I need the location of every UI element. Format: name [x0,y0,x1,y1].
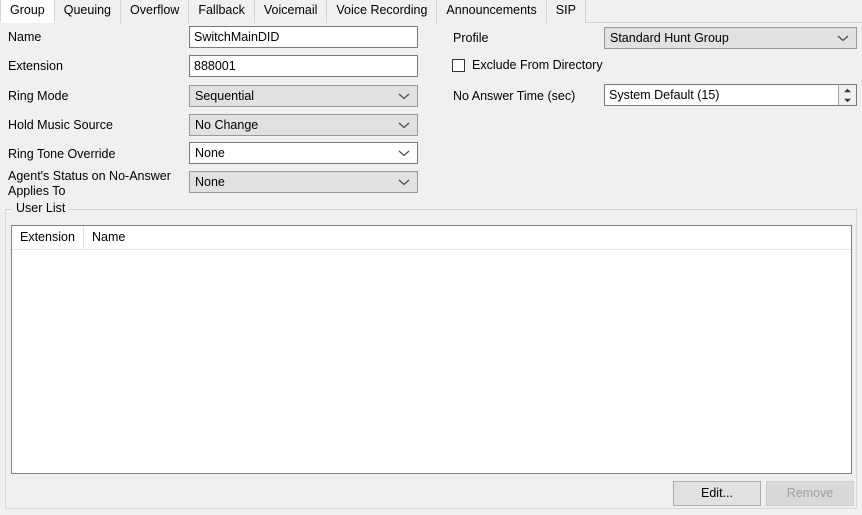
extension-input[interactable] [189,55,418,77]
tab-label: Voicemail [263,3,318,17]
exclude-from-directory-label: Exclude From Directory [472,58,603,72]
tab-voice-recording[interactable]: Voice Recording [326,0,438,23]
hold-music-source-label: Hold Music Source [8,118,113,132]
no-answer-time-spinner[interactable]: System Default (15) [604,84,857,106]
tab-overflow[interactable]: Overflow [120,0,190,23]
chevron-down-icon [836,28,850,48]
tab-voicemail[interactable]: Voicemail [253,0,328,23]
agent-status-dropdown[interactable]: None [189,171,418,193]
spinner-down-arrow-icon[interactable] [839,95,856,105]
user-list-legend: User List [12,202,70,215]
hold-music-source-value: No Change [195,118,259,132]
agent-status-label: Agent's Status on No-Answer Applies To [8,169,171,198]
column-header-name[interactable]: Name [84,226,204,249]
tab-fallback[interactable]: Fallback [188,0,255,23]
name-input[interactable] [189,26,418,48]
ring-mode-value: Sequential [195,89,255,103]
spinner-buttons [838,85,856,105]
hold-music-source-dropdown[interactable]: No Change [189,114,418,136]
tab-label: Overflow [130,3,180,17]
spinner-up-arrow-icon[interactable] [839,85,856,95]
edit-button[interactable]: Edit... [673,481,761,506]
tab-label: Announcements [446,3,537,17]
profile-label: Profile [453,31,489,45]
chevron-down-icon [397,115,411,135]
user-list-header-row: Extension Name [12,226,851,250]
tab-strip: Group Queuing Overflow Fallback Voicemai… [0,0,862,23]
agent-status-value: None [195,175,225,189]
exclude-from-directory-checkbox[interactable] [452,58,465,72]
tab-label: Queuing [63,3,112,17]
ring-tone-override-dropdown[interactable]: None [189,142,418,164]
exclude-from-directory-row[interactable]: Exclude From Directory [452,58,603,72]
remove-button: Remove [766,481,854,506]
tab-announcements[interactable]: Announcements [436,0,547,23]
no-answer-time-value: System Default (15) [609,88,720,102]
tab-label: Voice Recording [336,3,428,17]
tab-list: Group Queuing Overflow Fallback Voicemai… [0,0,586,23]
ring-tone-override-label: Ring Tone Override [8,147,116,161]
chevron-down-icon [397,86,411,106]
chevron-down-icon [397,172,411,192]
no-answer-time-label: No Answer Time (sec) [453,89,576,103]
chevron-down-icon [397,143,411,163]
profile-dropdown[interactable]: Standard Hunt Group [604,27,857,49]
ring-tone-override-value: None [195,146,225,160]
ring-mode-label: Ring Mode [8,89,69,103]
profile-value: Standard Hunt Group [610,31,729,45]
tab-sip[interactable]: SIP [545,0,586,23]
tab-label: Group [10,3,45,17]
extension-label: Extension [8,59,63,73]
user-list-listview[interactable]: Extension Name [11,225,852,474]
tab-queuing[interactable]: Queuing [53,0,122,23]
column-header-extension[interactable]: Extension [12,226,84,249]
tab-group[interactable]: Group [0,0,55,23]
tab-label: SIP [555,3,576,17]
tab-label: Fallback [198,3,245,17]
name-label: Name [8,30,42,44]
ring-mode-dropdown[interactable]: Sequential [189,85,418,107]
